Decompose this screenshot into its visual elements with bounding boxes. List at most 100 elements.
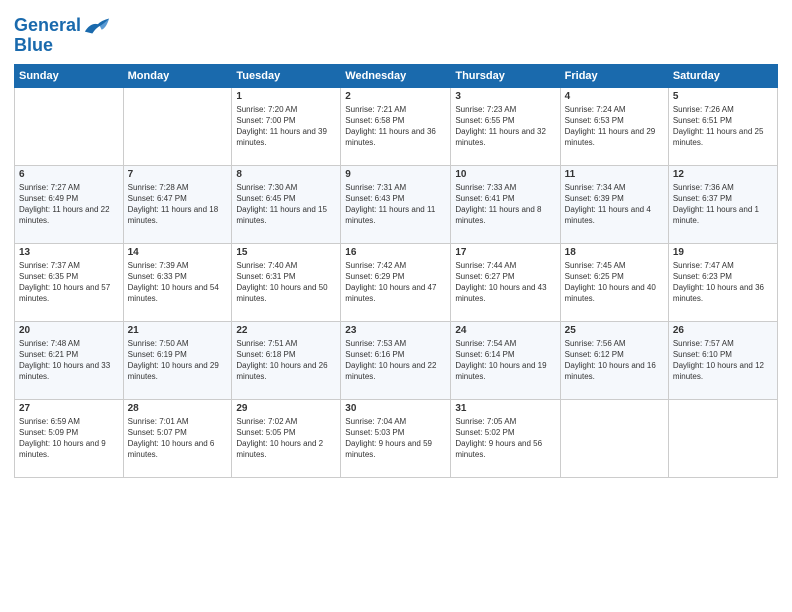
calendar-cell: 3 Sunrise: 7:23 AM Sunset: 6:55 PM Daylig… <box>451 87 560 165</box>
calendar-table: SundayMondayTuesdayWednesdayThursdayFrid… <box>14 64 778 478</box>
day-info: Sunrise: 7:02 AM Sunset: 5:05 PM Dayligh… <box>236 416 336 461</box>
day-info: Sunrise: 6:59 AM Sunset: 5:09 PM Dayligh… <box>19 416 119 461</box>
day-number: 20 <box>19 325 119 336</box>
day-number: 9 <box>345 169 446 180</box>
weekday-header-cell: Friday <box>560 64 668 87</box>
calendar-cell: 14 Sunrise: 7:39 AM Sunset: 6:33 PM Dayli… <box>123 243 232 321</box>
calendar-week-row: 1 Sunrise: 7:20 AM Sunset: 7:00 PM Daylig… <box>15 87 778 165</box>
day-info: Sunrise: 7:24 AM Sunset: 6:53 PM Dayligh… <box>565 104 664 149</box>
weekday-header-cell: Thursday <box>451 64 560 87</box>
calendar-cell: 10 Sunrise: 7:33 AM Sunset: 6:41 PM Dayli… <box>451 165 560 243</box>
calendar-cell <box>123 87 232 165</box>
weekday-header-cell: Monday <box>123 64 232 87</box>
day-number: 27 <box>19 403 119 414</box>
day-info: Sunrise: 7:48 AM Sunset: 6:21 PM Dayligh… <box>19 338 119 383</box>
day-number: 6 <box>19 169 119 180</box>
calendar-cell <box>560 399 668 477</box>
day-info: Sunrise: 7:37 AM Sunset: 6:35 PM Dayligh… <box>19 260 119 305</box>
day-number: 29 <box>236 403 336 414</box>
day-number: 11 <box>565 169 664 180</box>
day-number: 17 <box>455 247 555 258</box>
day-number: 13 <box>19 247 119 258</box>
calendar-cell: 7 Sunrise: 7:28 AM Sunset: 6:47 PM Daylig… <box>123 165 232 243</box>
calendar-cell: 1 Sunrise: 7:20 AM Sunset: 7:00 PM Daylig… <box>232 87 341 165</box>
day-number: 30 <box>345 403 446 414</box>
calendar-cell: 6 Sunrise: 7:27 AM Sunset: 6:49 PM Daylig… <box>15 165 124 243</box>
calendar-cell: 4 Sunrise: 7:24 AM Sunset: 6:53 PM Daylig… <box>560 87 668 165</box>
day-info: Sunrise: 7:28 AM Sunset: 6:47 PM Dayligh… <box>128 182 228 227</box>
calendar-week-row: 6 Sunrise: 7:27 AM Sunset: 6:49 PM Daylig… <box>15 165 778 243</box>
day-info: Sunrise: 7:05 AM Sunset: 5:02 PM Dayligh… <box>455 416 555 461</box>
day-info: Sunrise: 7:47 AM Sunset: 6:23 PM Dayligh… <box>673 260 773 305</box>
weekday-header-cell: Tuesday <box>232 64 341 87</box>
day-info: Sunrise: 7:04 AM Sunset: 5:03 PM Dayligh… <box>345 416 446 461</box>
day-number: 2 <box>345 91 446 102</box>
weekday-header-row: SundayMondayTuesdayWednesdayThursdayFrid… <box>15 64 778 87</box>
day-number: 25 <box>565 325 664 336</box>
day-info: Sunrise: 7:40 AM Sunset: 6:31 PM Dayligh… <box>236 260 336 305</box>
calendar-cell: 12 Sunrise: 7:36 AM Sunset: 6:37 PM Dayli… <box>668 165 777 243</box>
day-number: 7 <box>128 169 228 180</box>
day-number: 4 <box>565 91 664 102</box>
weekday-header-cell: Sunday <box>15 64 124 87</box>
day-info: Sunrise: 7:39 AM Sunset: 6:33 PM Dayligh… <box>128 260 228 305</box>
calendar-cell: 18 Sunrise: 7:45 AM Sunset: 6:25 PM Dayli… <box>560 243 668 321</box>
day-info: Sunrise: 7:50 AM Sunset: 6:19 PM Dayligh… <box>128 338 228 383</box>
calendar-cell: 17 Sunrise: 7:44 AM Sunset: 6:27 PM Dayli… <box>451 243 560 321</box>
day-number: 3 <box>455 91 555 102</box>
day-number: 23 <box>345 325 446 336</box>
calendar-cell: 8 Sunrise: 7:30 AM Sunset: 6:45 PM Daylig… <box>232 165 341 243</box>
calendar-cell: 20 Sunrise: 7:48 AM Sunset: 6:21 PM Dayli… <box>15 321 124 399</box>
day-info: Sunrise: 7:31 AM Sunset: 6:43 PM Dayligh… <box>345 182 446 227</box>
calendar-cell: 11 Sunrise: 7:34 AM Sunset: 6:39 PM Dayli… <box>560 165 668 243</box>
calendar-week-row: 13 Sunrise: 7:37 AM Sunset: 6:35 PM Dayli… <box>15 243 778 321</box>
day-info: Sunrise: 7:53 AM Sunset: 6:16 PM Dayligh… <box>345 338 446 383</box>
day-number: 5 <box>673 91 773 102</box>
day-number: 8 <box>236 169 336 180</box>
page-header: General Blue <box>14 10 778 56</box>
day-info: Sunrise: 7:56 AM Sunset: 6:12 PM Dayligh… <box>565 338 664 383</box>
day-number: 21 <box>128 325 228 336</box>
calendar-cell: 26Sunrise: 7:57 AM Sunset: 6:10 PM Dayli… <box>668 321 777 399</box>
calendar-cell: 24Sunrise: 7:54 AM Sunset: 6:14 PM Dayli… <box>451 321 560 399</box>
day-info: Sunrise: 7:23 AM Sunset: 6:55 PM Dayligh… <box>455 104 555 149</box>
calendar-cell: 15 Sunrise: 7:40 AM Sunset: 6:31 PM Dayli… <box>232 243 341 321</box>
day-number: 22 <box>236 325 336 336</box>
day-info: Sunrise: 7:20 AM Sunset: 7:00 PM Dayligh… <box>236 104 336 149</box>
day-info: Sunrise: 7:27 AM Sunset: 6:49 PM Dayligh… <box>19 182 119 227</box>
calendar-cell: 25 Sunrise: 7:56 AM Sunset: 6:12 PM Dayli… <box>560 321 668 399</box>
calendar-cell <box>15 87 124 165</box>
day-number: 19 <box>673 247 773 258</box>
day-info: Sunrise: 7:51 AM Sunset: 6:18 PM Dayligh… <box>236 338 336 383</box>
logo: General Blue <box>14 14 111 56</box>
weekday-header-cell: Wednesday <box>341 64 451 87</box>
day-info: Sunrise: 7:33 AM Sunset: 6:41 PM Dayligh… <box>455 182 555 227</box>
day-number: 24 <box>455 325 555 336</box>
calendar-cell: 9 Sunrise: 7:31 AM Sunset: 6:43 PM Daylig… <box>341 165 451 243</box>
day-number: 16 <box>345 247 446 258</box>
calendar-cell: 13 Sunrise: 7:37 AM Sunset: 6:35 PM Dayli… <box>15 243 124 321</box>
calendar-cell: 21 Sunrise: 7:50 AM Sunset: 6:19 PM Dayli… <box>123 321 232 399</box>
calendar-cell: 29 Sunrise: 7:02 AM Sunset: 5:05 PM Dayli… <box>232 399 341 477</box>
day-info: Sunrise: 7:21 AM Sunset: 6:58 PM Dayligh… <box>345 104 446 149</box>
day-info: Sunrise: 7:42 AM Sunset: 6:29 PM Dayligh… <box>345 260 446 305</box>
day-info: Sunrise: 7:30 AM Sunset: 6:45 PM Dayligh… <box>236 182 336 227</box>
day-number: 28 <box>128 403 228 414</box>
day-info: Sunrise: 7:45 AM Sunset: 6:25 PM Dayligh… <box>565 260 664 305</box>
day-info: Sunrise: 7:34 AM Sunset: 6:39 PM Dayligh… <box>565 182 664 227</box>
day-info: Sunrise: 7:36 AM Sunset: 6:37 PM Dayligh… <box>673 182 773 227</box>
day-info: Sunrise: 7:44 AM Sunset: 6:27 PM Dayligh… <box>455 260 555 305</box>
day-number: 1 <box>236 91 336 102</box>
calendar-cell: 28Sunrise: 7:01 AM Sunset: 5:07 PM Dayli… <box>123 399 232 477</box>
calendar-cell: 30 Sunrise: 7:04 AM Sunset: 5:03 PM Dayli… <box>341 399 451 477</box>
calendar-cell: 19 Sunrise: 7:47 AM Sunset: 6:23 PM Dayli… <box>668 243 777 321</box>
day-number: 14 <box>128 247 228 258</box>
calendar-cell: 31 Sunrise: 7:05 AM Sunset: 5:02 PM Dayli… <box>451 399 560 477</box>
calendar-cell <box>668 399 777 477</box>
day-number: 31 <box>455 403 555 414</box>
day-number: 10 <box>455 169 555 180</box>
day-number: 12 <box>673 169 773 180</box>
day-number: 15 <box>236 247 336 258</box>
logo-text: General <box>14 16 81 36</box>
day-number: 18 <box>565 247 664 258</box>
